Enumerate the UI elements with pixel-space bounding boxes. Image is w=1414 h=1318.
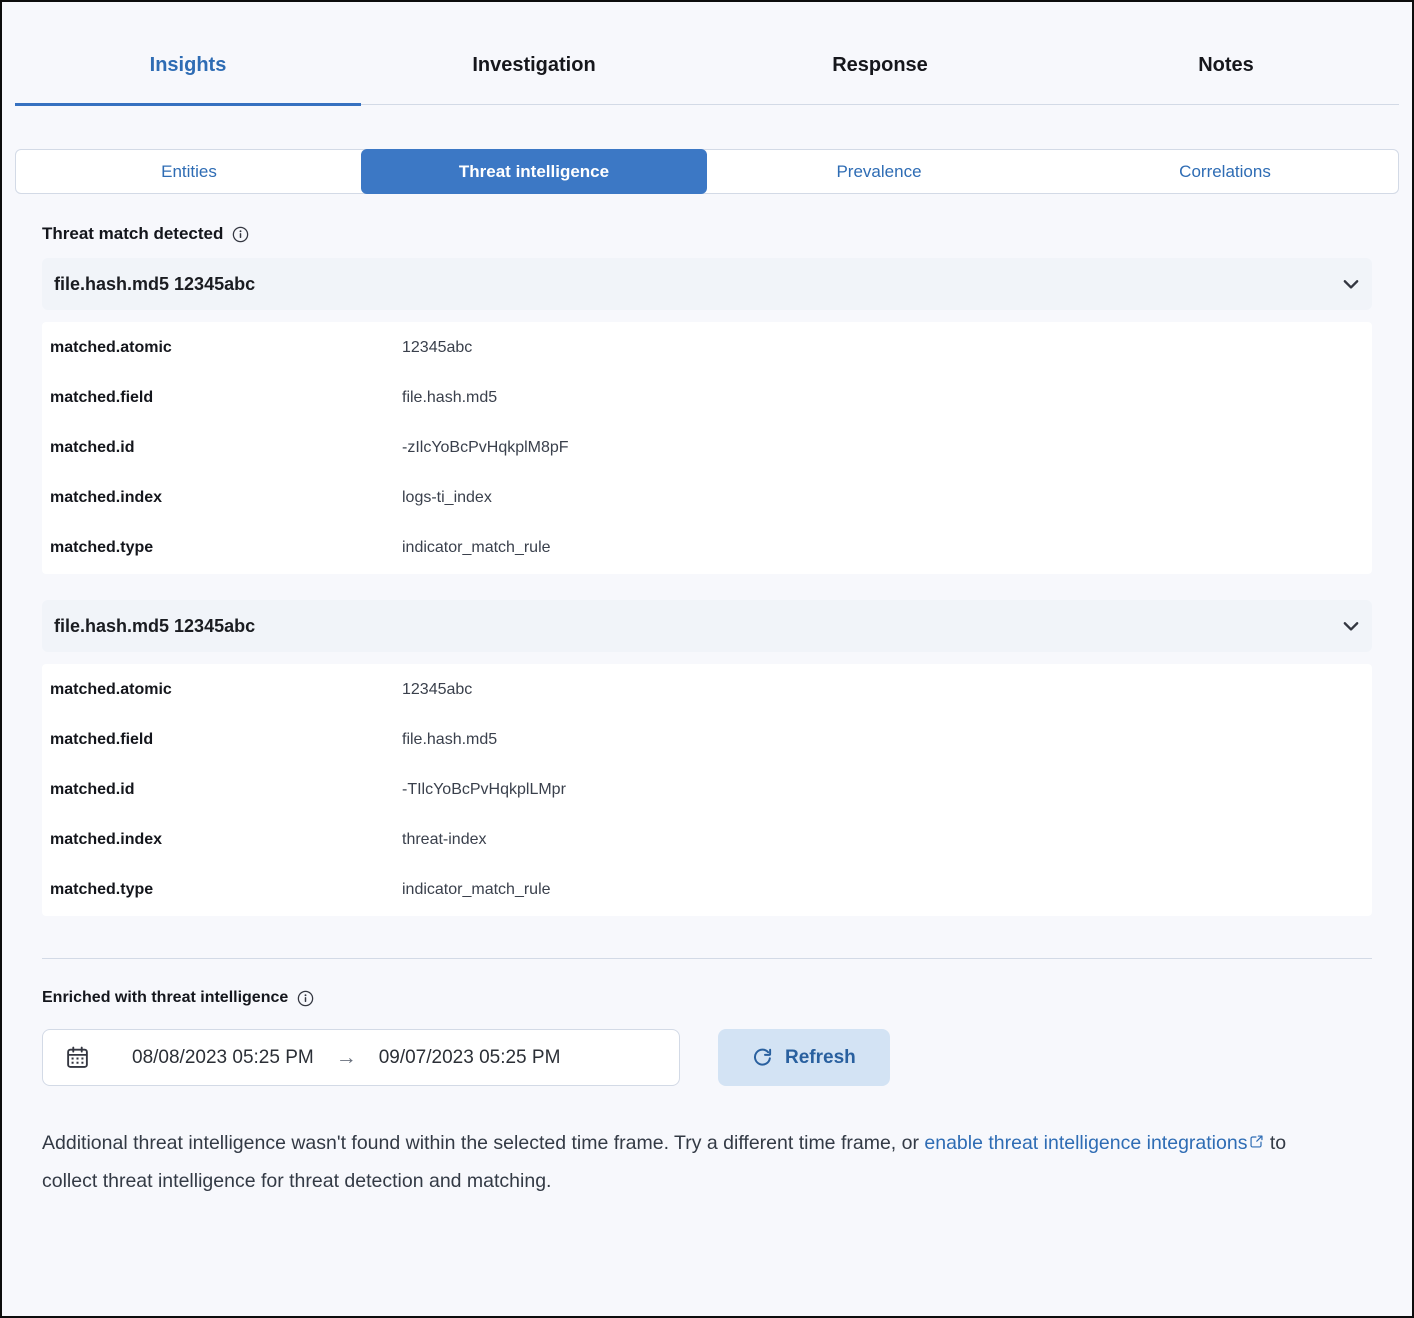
chevron-down-icon[interactable] [1340,273,1362,295]
arrow-right-icon: → [336,1047,357,1068]
calendar-icon [65,1045,90,1070]
enrichment-heading: Enriched with threat intelligence [42,989,1372,1007]
end-date[interactable]: 09/07/2023 05:25 PM [379,1047,561,1069]
field-name: matched.id [50,781,402,799]
subtab-prevalence[interactable]: Prevalence [706,150,1052,193]
field-value: logs-ti_index [402,489,492,507]
refresh-icon [752,1047,773,1068]
field-value: file.hash.md5 [402,389,497,407]
field-name: matched.type [50,881,402,899]
refresh-button[interactable]: Refresh [718,1029,890,1086]
field-name: matched.index [50,489,402,507]
table-row: matched.type indicator_match_rule [42,523,1372,573]
info-icon[interactable] [297,990,314,1007]
table-row: matched.index logs-ti_index [42,473,1372,523]
table-row: matched.id -TIlcYoBcPvHqkplLMpr [42,765,1372,815]
field-value: 12345abc [402,339,472,357]
date-range-picker[interactable]: 08/08/2023 05:25 PM → 09/07/2023 05:25 P… [42,1029,680,1086]
table-row: matched.id -zIlcYoBcPvHqkplM8pF [42,423,1372,473]
tab-insights[interactable]: Insights [15,38,361,106]
subtab-entities[interactable]: Entities [16,150,362,193]
threat-match-table-1: matched.atomic 12345abc matched.field fi… [42,322,1372,574]
tab-notes[interactable]: Notes [1053,38,1399,106]
field-name: matched.index [50,831,402,849]
field-value: file.hash.md5 [402,731,497,749]
message-text: Additional threat intelligence wasn't fo… [42,1132,924,1154]
threat-match-accordion-1[interactable]: file.hash.md5 12345abc [42,258,1372,310]
table-row: matched.type indicator_match_rule [42,865,1372,915]
subtab-correlations[interactable]: Correlations [1052,150,1398,193]
threat-match-heading: Threat match detected [42,224,1372,244]
tab-investigation[interactable]: Investigation [361,38,707,106]
field-name: matched.atomic [50,339,402,357]
field-value: indicator_match_rule [402,539,551,557]
subtab-threat-intelligence[interactable]: Threat intelligence [361,149,707,194]
table-row: matched.atomic 12345abc [42,323,1372,373]
field-value: -zIlcYoBcPvHqkplM8pF [402,439,569,457]
field-name: matched.type [50,539,402,557]
start-date[interactable]: 08/08/2023 05:25 PM [132,1047,314,1069]
accordion-title: file.hash.md5 12345abc [54,616,255,637]
table-row: matched.atomic 12345abc [42,665,1372,715]
top-tab-bar: Insights Investigation Response Notes [15,38,1399,105]
table-row: matched.index threat-index [42,815,1372,865]
threat-match-accordion-2[interactable]: file.hash.md5 12345abc [42,600,1372,652]
enable-threat-intel-link[interactable]: enable threat intelligence integrations [924,1132,1264,1154]
field-value: -TIlcYoBcPvHqkplLMpr [402,781,566,799]
accordion-title: file.hash.md5 12345abc [54,274,255,295]
table-row: matched.field file.hash.md5 [42,715,1372,765]
field-name: matched.field [50,731,402,749]
info-icon[interactable] [232,226,249,243]
chevron-down-icon[interactable] [1340,615,1362,637]
threat-intelligence-content: Threat match detected file.hash.md5 1234… [42,224,1372,1200]
field-name: matched.field [50,389,402,407]
field-value: threat-index [402,831,487,849]
enrichment-controls: 08/08/2023 05:25 PM → 09/07/2023 05:25 P… [42,1029,1372,1086]
threat-match-table-2: matched.atomic 12345abc matched.field fi… [42,664,1372,916]
table-row: matched.field file.hash.md5 [42,373,1372,423]
field-name: matched.id [50,439,402,457]
external-link-icon [1249,1134,1264,1149]
alert-details-panel: Insights Investigation Response Notes En… [0,0,1414,1318]
section-divider [42,958,1372,959]
field-name: matched.atomic [50,681,402,699]
no-threat-intel-message: Additional threat intelligence wasn't fo… [42,1124,1342,1200]
tab-response[interactable]: Response [707,38,1053,106]
refresh-button-label: Refresh [785,1047,856,1069]
threat-match-heading-label: Threat match detected [42,224,223,244]
field-value: 12345abc [402,681,472,699]
insights-subtab-group: Entities Threat intelligence Prevalence … [15,149,1399,194]
field-value: indicator_match_rule [402,881,551,899]
enrichment-heading-label: Enriched with threat intelligence [42,989,288,1007]
